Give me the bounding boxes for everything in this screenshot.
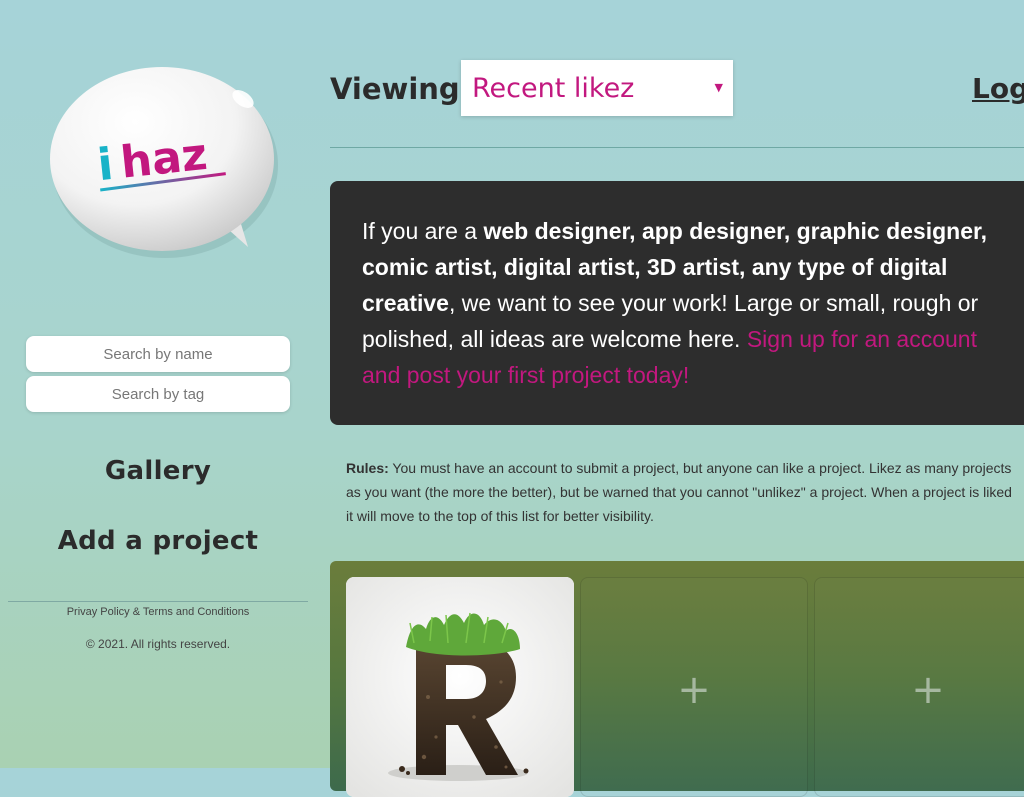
- project-gallery: + +: [330, 561, 1024, 797]
- nav-gallery-link[interactable]: Gallery: [8, 456, 308, 486]
- empty-project-slot[interactable]: +: [814, 577, 1024, 797]
- intro-text-1: If you are a: [362, 218, 484, 244]
- copyright-text: © 2021. All rights reserved.: [85, 637, 231, 651]
- ihaz-logo[interactable]: ihaz: [48, 64, 280, 258]
- viewing-dropdown[interactable]: Recent likez ▼: [461, 60, 733, 116]
- footer-ampersand: &: [132, 606, 141, 618]
- project-card[interactable]: [346, 577, 574, 797]
- login-link[interactable]: Login: [972, 72, 1024, 105]
- rules-body: You must have an account to submit a pro…: [346, 460, 1012, 524]
- empty-project-slot[interactable]: +: [580, 577, 808, 797]
- rules-label: Rules:: [346, 460, 389, 476]
- header-divider: [330, 147, 1024, 148]
- privacy-policy-link[interactable]: Privay Policy: [67, 606, 130, 618]
- viewing-label: Viewing:: [330, 72, 472, 106]
- search-by-tag-input[interactable]: [26, 376, 290, 412]
- nav-add-project-link[interactable]: Add a project: [8, 526, 308, 556]
- grass-letter-r-image: [346, 577, 574, 797]
- caret-down-icon: ▼: [714, 81, 723, 94]
- plus-icon: +: [911, 667, 945, 713]
- plus-icon: +: [677, 667, 711, 713]
- viewing-selected-value: Recent likez: [472, 72, 635, 104]
- sidebar-divider: [8, 601, 308, 602]
- rules-text: Rules: You must have an account to submi…: [346, 456, 1018, 528]
- terms-link[interactable]: Terms and Conditions: [143, 606, 249, 618]
- intro-banner: If you are a web designer, app designer,…: [330, 181, 1024, 425]
- footer-legal-links: Privay Policy & Terms and Conditions: [8, 606, 308, 618]
- search-by-name-input[interactable]: [26, 336, 290, 372]
